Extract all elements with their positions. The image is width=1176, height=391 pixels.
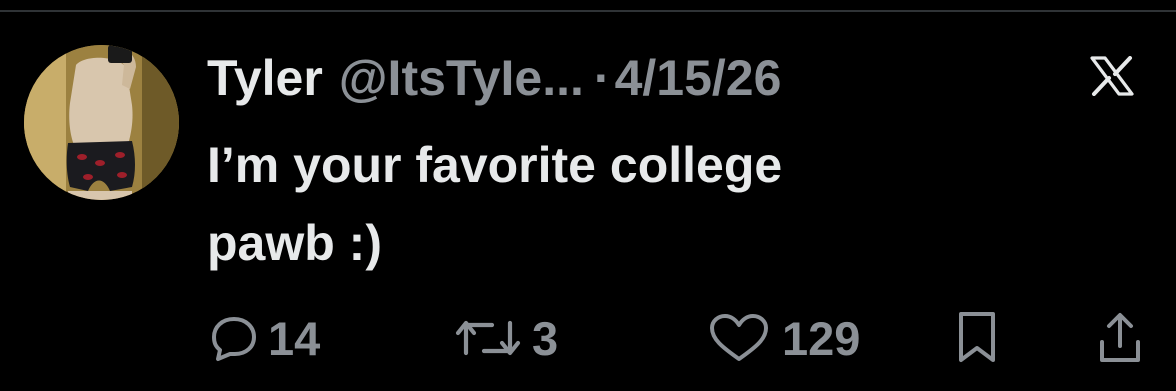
tweet-header: Tyler @ItsTyIe... · 4/15/26: [207, 44, 781, 112]
avatar[interactable]: [24, 45, 179, 200]
retweet-button[interactable]: 3: [452, 300, 558, 376]
tweet-text-line: I’m your favorite college: [207, 137, 783, 193]
reply-icon: [208, 313, 260, 363]
share-button[interactable]: [1097, 300, 1143, 376]
like-icon: [704, 311, 774, 365]
author-name[interactable]: Tyler: [207, 53, 323, 103]
retweet-icon: [452, 313, 524, 363]
like-count: 129: [782, 311, 861, 365]
separator-dot: ·: [593, 50, 611, 106]
tweet-date[interactable]: 4/15/26: [615, 53, 782, 103]
tweet-text-line: pawb :): [207, 215, 382, 271]
author-handle[interactable]: @ItsTyIe...: [339, 53, 584, 103]
avatar-photo: [24, 45, 179, 200]
tweet-actions: 14 3 129: [0, 300, 1176, 376]
reply-count: 14: [268, 311, 321, 365]
retweet-count: 3: [532, 311, 559, 365]
top-divider: [0, 10, 1176, 12]
x-logo-icon: [1090, 56, 1134, 96]
bookmark-button[interactable]: [955, 300, 999, 376]
reply-button[interactable]: 14: [208, 300, 320, 376]
tweet-text: I’m your favorite college pawb :): [207, 126, 1067, 282]
share-icon: [1097, 310, 1143, 366]
like-button[interactable]: 129: [704, 300, 860, 376]
bookmark-icon: [955, 310, 999, 366]
